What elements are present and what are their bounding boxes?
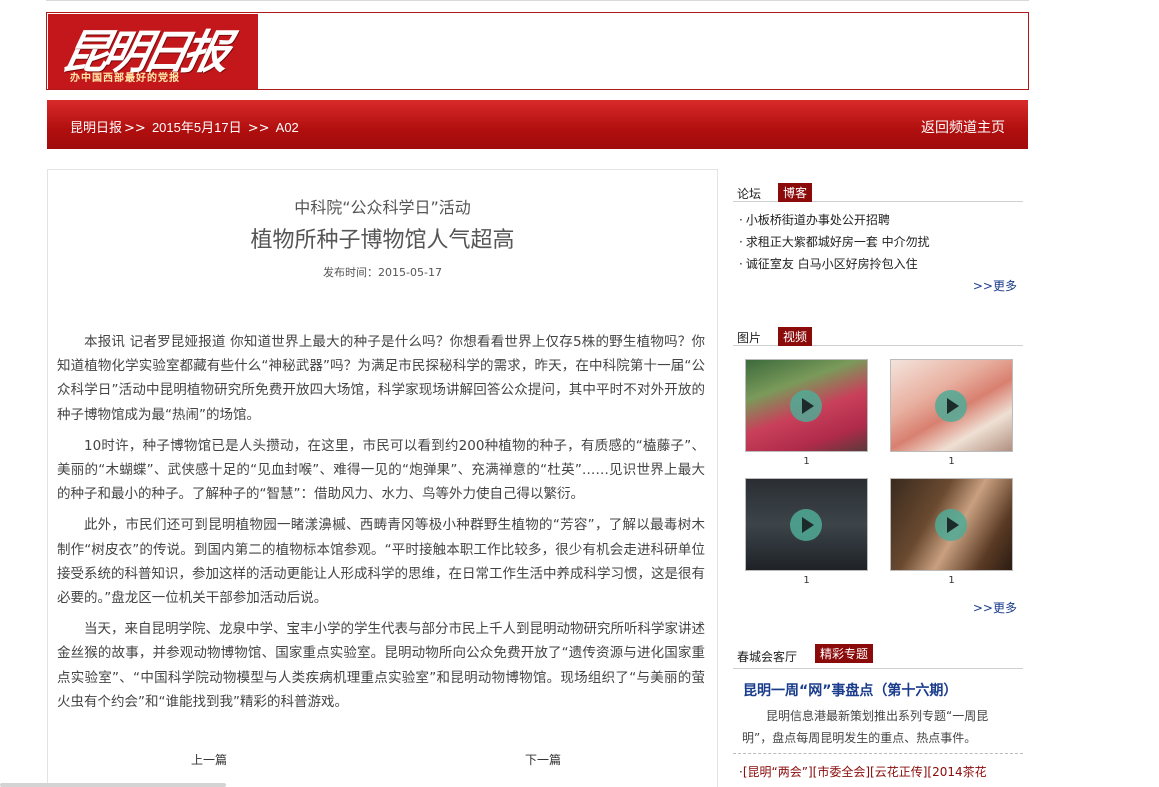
video-thumbnails: 1 1 1 1 <box>733 346 1023 586</box>
forum-more-link[interactable]: >>更多 <box>973 277 1017 294</box>
article-paragraph: 此外，市民们还可到昆明植物园一睹漾濞槭、西畴青冈等极小种群野生植物的“芳容”，了… <box>57 517 705 607</box>
thumbnail-caption: 1 <box>948 456 955 467</box>
video-thumbnail[interactable] <box>745 478 868 571</box>
play-icon <box>790 509 822 541</box>
feature-section-header: 春城会客厅 精彩专题 <box>733 643 1023 669</box>
breadcrumb-date-link[interactable]: 2015年5月17日 <box>152 120 242 135</box>
feature-headline-link[interactable]: 昆明一周“网”事盘点（第十六期） <box>743 680 1023 700</box>
next-article-link[interactable]: 下一篇 <box>525 751 561 768</box>
article-kicker: 中科院“公众科学日”活动 <box>294 198 471 217</box>
list-item[interactable]: 小板桥街道办事处公开招聘 <box>739 209 1023 231</box>
tab-video[interactable]: 视频 <box>778 327 813 346</box>
topic-tag[interactable]: [2014茶花 <box>927 765 986 779</box>
list-item[interactable]: 求租正大紫都城好房一套 中介勿扰 <box>739 231 1023 253</box>
topic-tag[interactable]: [昆明“两会”] <box>743 765 813 779</box>
dashed-divider <box>733 753 1023 754</box>
play-icon <box>935 509 967 541</box>
video-thumbnail[interactable] <box>890 478 1013 571</box>
forum-list: 小板桥街道办事处公开招聘 求租正大紫都城好房一套 中介勿扰 诚征室友 白马小区好… <box>733 209 1023 275</box>
media-section: 图片 视频 1 1 1 1 >>更多 <box>733 320 1023 615</box>
forum-section-header: 论坛 博客 <box>733 176 1023 202</box>
article-body: 本报讯 记者罗昆娅报道 你知道世界上最大的种子是什么吗？你想看看世界上仅存5株的… <box>57 330 705 721</box>
guest-hall-label[interactable]: 春城会客厅 <box>737 648 797 665</box>
breadcrumb-separator: >> <box>124 121 146 136</box>
play-icon <box>790 390 822 422</box>
tab-blog[interactable]: 博客 <box>778 183 813 202</box>
publish-time: 发布时间：2015-05-17 <box>323 266 442 279</box>
video-thumbnail[interactable] <box>890 359 1013 452</box>
article-paragraph: 本报讯 记者罗昆娅报道 你知道世界上最大的种子是什么吗？你想看看世界上仅存5株的… <box>57 334 705 423</box>
thumbnail-caption: 1 <box>948 575 955 586</box>
play-icon <box>935 390 967 422</box>
breadcrumb-site-link[interactable]: 昆明日报 <box>70 121 122 136</box>
feature-section: 春城会客厅 精彩专题 昆明一周“网”事盘点（第十六期） 昆明信息港最新策划推出系… <box>733 643 1023 780</box>
photos-label[interactable]: 图片 <box>737 329 761 346</box>
thumbnail-caption: 1 <box>803 575 810 586</box>
site-header: 昆明日报 办中国西部最好的党报 <box>46 12 1029 90</box>
back-to-channel-link[interactable]: 返回频道主页 <box>921 117 1005 137</box>
breadcrumb: 昆明日报 >> 2015年5月17日 >> A02 <box>70 117 299 136</box>
tab-featured-topics[interactable]: 精彩专题 <box>815 644 874 663</box>
media-more-link[interactable]: >>更多 <box>973 599 1017 616</box>
top-divider <box>46 0 1029 1</box>
topic-tags: ·[昆明“两会”][市委全会][云花正传][2014茶花 <box>739 765 987 779</box>
breadcrumb-separator: >> <box>247 121 270 136</box>
logo-slogan: 办中国西部最好的党报 <box>70 73 180 84</box>
topic-tag[interactable]: [市委全会] <box>813 765 870 779</box>
article-headline: 植物所种子博物馆人气超高 <box>250 228 515 253</box>
thumbnail-caption: 1 <box>803 456 810 467</box>
article-paragraph: 10时许，种子博物馆已是人头攒动，在这里，市民可以看到约200种植物的种子，有质… <box>57 437 705 503</box>
article-panel: 中科院“公众科学日”活动 植物所种子博物馆人气超高 发布时间：2015-05-1… <box>47 169 718 787</box>
media-section-header: 图片 视频 <box>733 320 1023 346</box>
horizontal-scrollbar[interactable] <box>0 783 226 787</box>
video-thumbnail[interactable] <box>745 359 868 452</box>
feature-description: 昆明信息港最新策划推出系列专题“一周昆明”，盘点每周昆明发生的重点、热点事件。 <box>742 709 989 745</box>
list-item[interactable]: 诚征室友 白马小区好房拎包入住 <box>739 253 1023 275</box>
prev-article-link[interactable]: 上一篇 <box>191 751 227 768</box>
nav-bar: 昆明日报 >> 2015年5月17日 >> A02 返回频道主页 <box>47 100 1028 149</box>
article-paragraph: 当天，来自昆明学院、龙泉中学、宝丰小学的学生代表与部分市民上千人到昆明动物研究所… <box>57 621 705 710</box>
forum-label[interactable]: 论坛 <box>737 185 761 202</box>
breadcrumb-page-link[interactable]: A02 <box>276 120 299 135</box>
forum-section: 论坛 博客 小板桥街道办事处公开招聘 求租正大紫都城好房一套 中介勿扰 诚征室友… <box>733 176 1023 293</box>
topic-tag[interactable]: [云花正传] <box>870 765 927 779</box>
site-logo[interactable]: 昆明日报 办中国西部最好的党报 <box>48 14 258 89</box>
